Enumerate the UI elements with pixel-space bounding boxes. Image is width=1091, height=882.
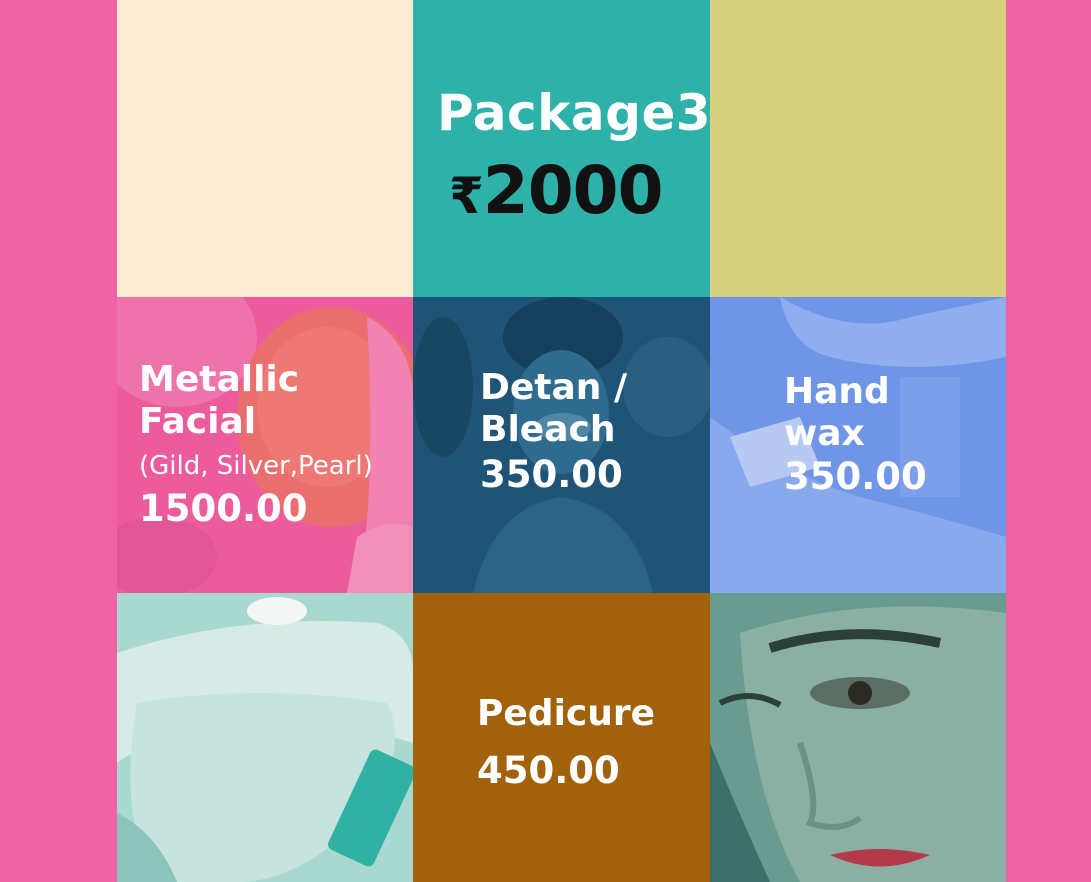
rupee-icon: ₹ xyxy=(449,167,484,225)
hand-wax-price: 350.00 xyxy=(784,455,927,498)
package-price: ₹2000 xyxy=(449,152,663,229)
metallic-facial-name-1: Metallic xyxy=(139,359,300,400)
hand-wax-tile: Hand wax 350.00 xyxy=(710,297,1006,593)
cream-tile xyxy=(117,0,413,297)
package-title: Package3 xyxy=(437,84,710,142)
package-tile: Package3 ₹2000 xyxy=(413,0,710,297)
price-grid: Package3 ₹2000 Metallic Facial (Gild, Si… xyxy=(117,0,1006,882)
olive-tile xyxy=(710,0,1006,297)
pedicure-name: Pedicure xyxy=(477,693,656,734)
woman-eye-makeup-photo xyxy=(710,593,1006,882)
metallic-facial-subtitle: (Gild, Silver,Pearl) xyxy=(139,451,373,481)
metallic-facial-name-2: Facial xyxy=(139,401,257,442)
detan-bleach-name-1: Detan / xyxy=(480,367,628,408)
feet-tile xyxy=(117,593,413,882)
foot-care-photo xyxy=(117,593,413,882)
pedicure-price: 450.00 xyxy=(477,749,620,792)
eye-makeup-tile xyxy=(710,593,1006,882)
metallic-facial-tile: Metallic Facial (Gild, Silver,Pearl) 150… xyxy=(117,297,413,593)
hand-wax-name-1: Hand xyxy=(784,371,890,412)
detan-bleach-tile: Detan / Bleach 350.00 xyxy=(413,297,710,593)
detan-bleach-price: 350.00 xyxy=(480,453,623,496)
hand-wax-name-2: wax xyxy=(784,413,865,454)
package-price-value: 2000 xyxy=(482,152,664,229)
pedicure-tile: Pedicure 450.00 xyxy=(413,593,710,882)
metallic-facial-price: 1500.00 xyxy=(139,487,308,530)
detan-bleach-name-2: Bleach xyxy=(480,409,616,450)
